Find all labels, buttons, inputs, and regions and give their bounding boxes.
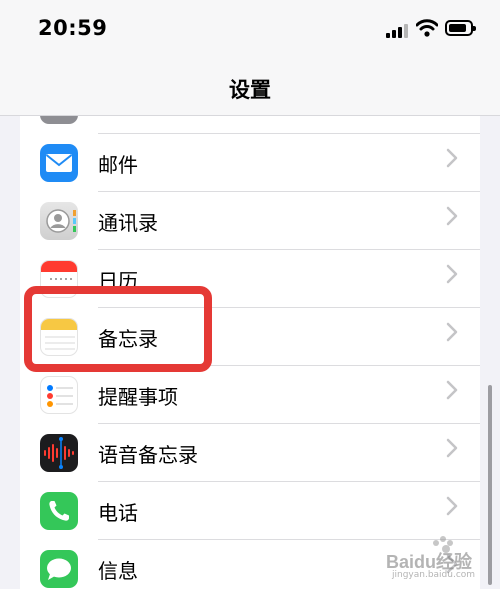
phone-icon bbox=[40, 492, 78, 530]
settings-row-label: 提醒事项 bbox=[98, 385, 178, 409]
watermark-url: jingyan.baidu.com bbox=[392, 570, 476, 580]
chevron-right-icon bbox=[446, 206, 458, 226]
chevron-right-icon bbox=[446, 322, 458, 342]
battery-icon bbox=[445, 20, 476, 36]
settings-row-voice-memos[interactable]: 语音备忘录 bbox=[20, 424, 480, 482]
chevron-right-icon bbox=[446, 148, 458, 168]
settings-row-label: 语音备忘录 bbox=[98, 443, 198, 467]
settings-row-phone[interactable]: 电话 bbox=[20, 482, 480, 540]
status-time: 20:59 bbox=[38, 16, 108, 40]
messages-icon bbox=[40, 550, 78, 588]
settings-row-contacts[interactable]: 通讯录 bbox=[20, 192, 480, 250]
page-title: 设置 bbox=[229, 78, 271, 102]
cellular-signal-icon bbox=[386, 22, 410, 38]
chevron-right-icon bbox=[446, 380, 458, 400]
settings-row-reminders[interactable]: 提醒事项 bbox=[20, 366, 480, 424]
settings-row-label: 邮件 bbox=[98, 153, 138, 177]
settings-row-label: 电话 bbox=[98, 501, 138, 525]
navigation-bar: 设置 bbox=[0, 60, 500, 116]
reminders-icon bbox=[40, 376, 78, 414]
voice-memos-icon bbox=[40, 434, 78, 472]
highlight-box bbox=[24, 286, 212, 372]
settings-row-partial[interactable] bbox=[20, 116, 480, 134]
settings-row-label: 通讯录 bbox=[98, 211, 158, 235]
watermark: Baidu经验 jingyan.baidu.com bbox=[384, 534, 494, 584]
chevron-right-icon bbox=[446, 496, 458, 516]
settings-row-mail[interactable]: 邮件 bbox=[20, 134, 480, 192]
chevron-right-icon bbox=[446, 438, 458, 458]
wifi-icon bbox=[416, 19, 438, 37]
mail-icon bbox=[40, 144, 78, 182]
settings-row-label: 信息 bbox=[98, 559, 138, 583]
app-icon bbox=[40, 116, 78, 124]
status-bar: 20:59 bbox=[0, 0, 500, 60]
chevron-right-icon bbox=[446, 264, 458, 284]
contacts-icon bbox=[40, 202, 78, 240]
